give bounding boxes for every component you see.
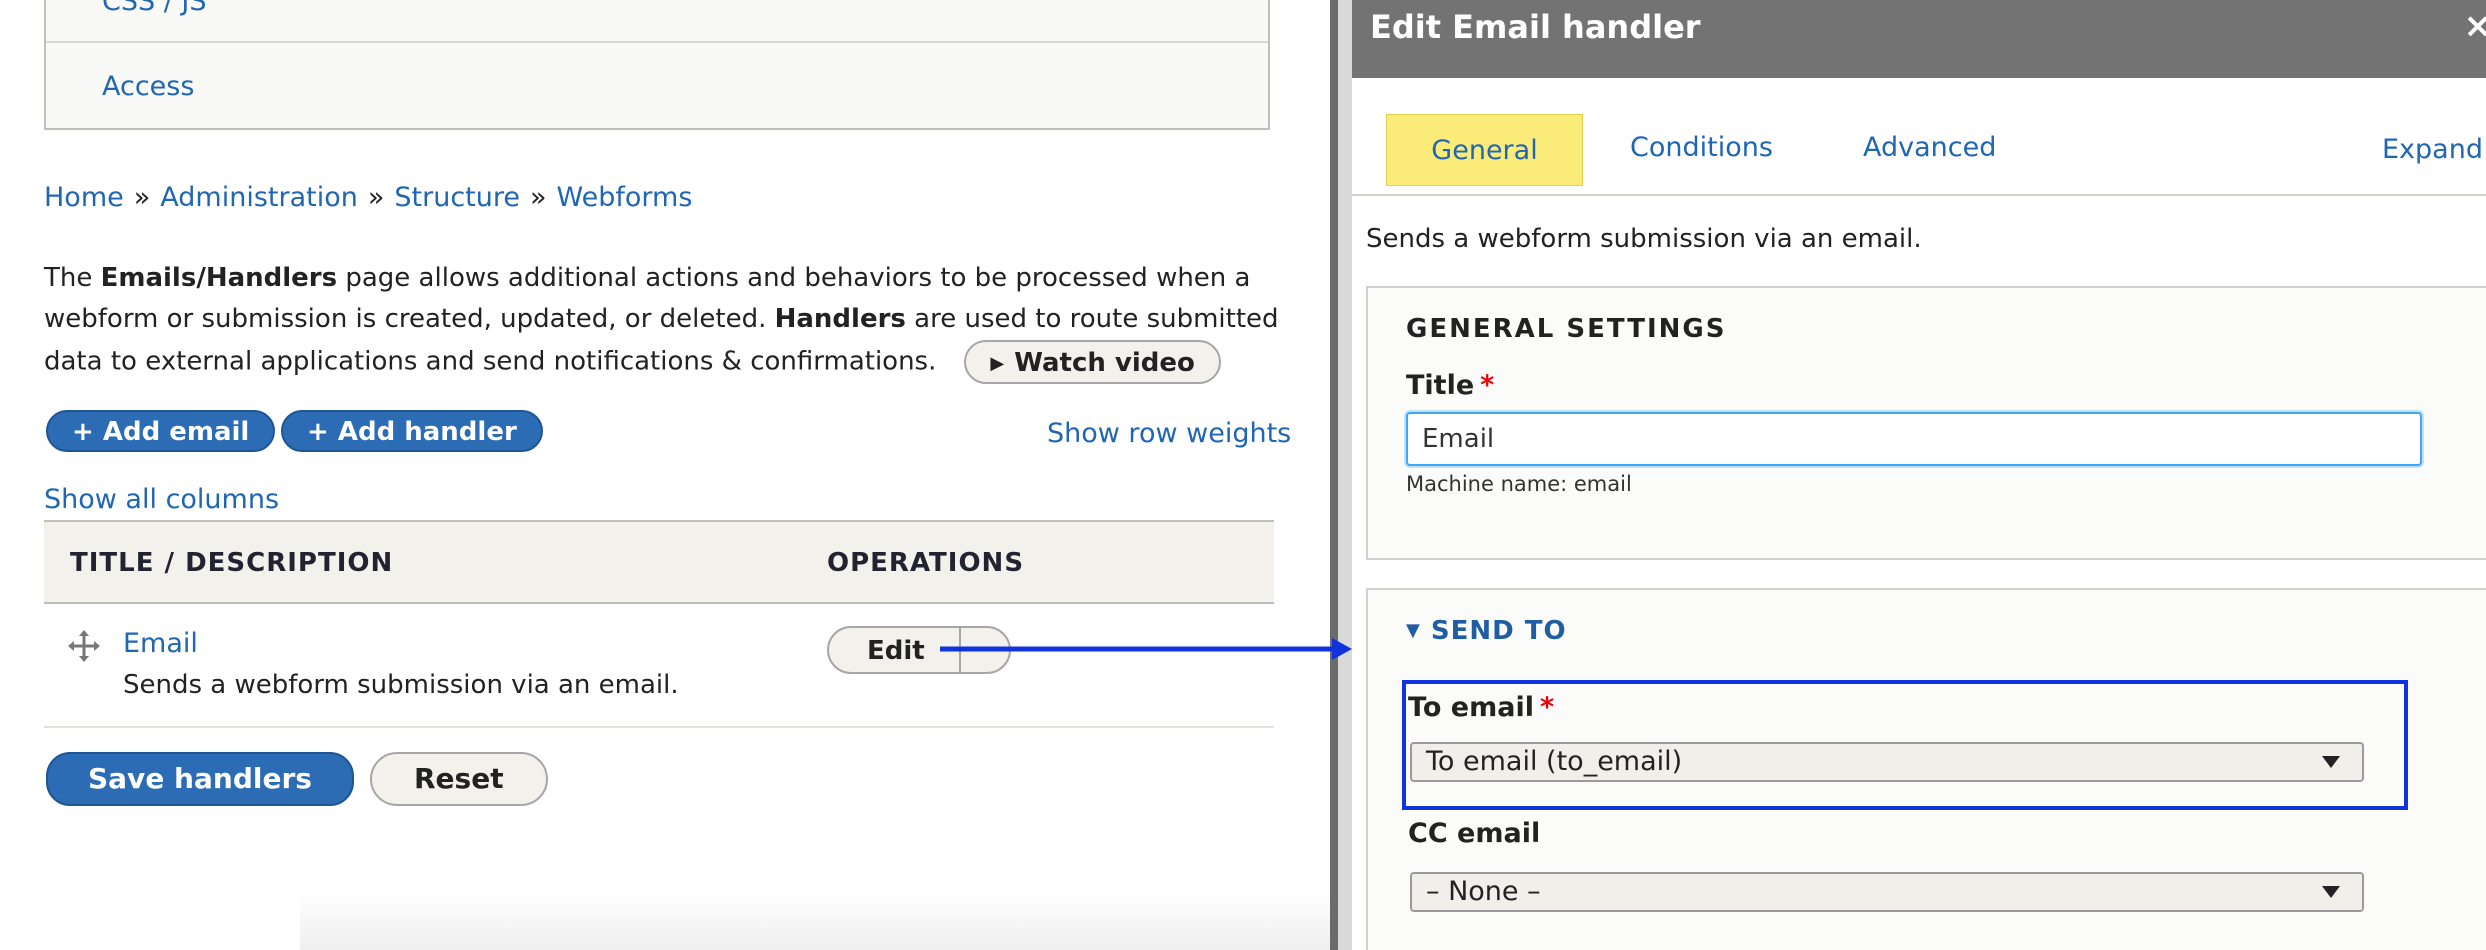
breadcrumb-webforms[interactable]: Webforms <box>557 182 693 213</box>
breadcrumb: Home » Administration » Structure » Webforms <box>44 182 692 213</box>
show-all-columns-link[interactable]: Show all columns <box>44 484 279 515</box>
tab-advanced[interactable]: Advanced <box>1863 132 1996 163</box>
handlers-table: TITLE / DESCRIPTION OPERATIONS Email Sen… <box>44 520 1274 728</box>
breadcrumb-separator: » <box>133 182 151 213</box>
add-email-button[interactable]: + Add email <box>46 410 276 452</box>
to-email-selected-value: To email (to_email) <box>1426 746 1683 777</box>
bottom-shade <box>300 890 1330 950</box>
title-label: Title * <box>1406 370 1494 401</box>
chevron-down-icon <box>2322 756 2340 768</box>
breadcrumb-home[interactable]: Home <box>44 182 124 213</box>
collapse-triangle-icon: ▼ <box>1406 620 1421 641</box>
description-bold-handlers: Handlers <box>774 304 906 334</box>
play-icon: ▶ <box>990 353 1005 374</box>
send-to-toggle[interactable]: ▼ SEND TO <box>1406 616 1567 646</box>
send-to-legend: SEND TO <box>1430 616 1567 646</box>
machine-name: Machine name: email <box>1406 472 1632 496</box>
save-handlers-button[interactable]: Save handlers <box>46 752 354 806</box>
breadcrumb-separator: » <box>367 182 385 213</box>
dialog-header: Edit Email handler × <box>1352 0 2486 78</box>
watch-video-label: Watch video <box>1014 348 1195 378</box>
cc-email-select[interactable]: – None – <box>1410 872 2364 912</box>
show-row-weights-link[interactable]: Show row weights <box>1047 418 1291 449</box>
table-row: Email Sends a webform submission via an … <box>44 604 1274 728</box>
description-bold-emails-handlers: Emails/Handlers <box>100 263 338 293</box>
breadcrumb-structure[interactable]: Structure <box>394 182 520 213</box>
dialog-tabs: General Conditions Advanced Expand <box>1352 78 2486 196</box>
required-marker: * <box>1480 370 1495 401</box>
to-email-select[interactable]: To email (to_email) <box>1410 742 2364 782</box>
handler-title-link[interactable]: Email <box>123 628 198 659</box>
reset-button[interactable]: Reset <box>370 752 548 806</box>
title-label-text: Title <box>1406 370 1475 401</box>
tab-conditions[interactable]: Conditions <box>1630 132 1773 163</box>
to-email-label-text: To email <box>1408 692 1534 723</box>
dialog-title: Edit Email handler <box>1370 8 1701 46</box>
handler-summary: Sends a webform submission via an email. <box>1366 224 1922 254</box>
operations-dropbutton: Edit <box>827 626 1011 674</box>
breadcrumb-administration[interactable]: Administration <box>160 182 358 213</box>
tab-css-js[interactable]: CSS / JS <box>102 0 207 17</box>
general-settings-legend: GENERAL SETTINGS <box>1406 314 1727 344</box>
send-to-fieldset: ▼ SEND TO To email * To email (to_email) C… <box>1366 588 2486 950</box>
general-settings-fieldset: GENERAL SETTINGS Title * Email Machine na… <box>1366 286 2486 560</box>
secondary-tabs: CSS / JS Access <box>44 0 1270 130</box>
chevron-down-icon <box>2322 886 2340 898</box>
title-input[interactable]: Email <box>1406 412 2422 466</box>
close-icon[interactable]: × <box>2464 6 2486 46</box>
cc-email-label: CC email <box>1408 818 1541 849</box>
edit-button[interactable]: Edit <box>867 636 925 666</box>
page-description: The Emails/Handlers page allows addition… <box>44 258 1304 384</box>
table-header: TITLE / DESCRIPTION OPERATIONS <box>44 520 1274 604</box>
column-header-operations: OPERATIONS <box>827 548 1025 578</box>
column-header-title: TITLE / DESCRIPTION <box>70 548 394 578</box>
webform-handlers-page: CSS / JS Access Home » Administration » Stru… <box>0 0 1330 950</box>
handler-description: Sends a webform submission via an email. <box>123 670 679 700</box>
tab-divider <box>46 41 1268 43</box>
cc-email-selected-value: – None – <box>1426 876 1541 907</box>
drag-handle-icon[interactable] <box>68 630 100 662</box>
expand-link[interactable]: Expand <box>2382 134 2483 165</box>
dialog-gutter <box>1338 0 1352 950</box>
watch-video-button[interactable]: ▶ Watch video <box>964 340 1221 384</box>
edit-handler-dialog: Edit Email handler × General Conditions … <box>1352 0 2486 950</box>
tab-general[interactable]: General <box>1386 114 1583 186</box>
to-email-label: To email * <box>1408 692 1554 723</box>
breadcrumb-separator: » <box>529 182 547 213</box>
add-handler-button[interactable]: + Add handler <box>281 410 543 452</box>
dropbutton-divider <box>959 628 961 672</box>
description-text: The <box>44 263 101 293</box>
tab-access[interactable]: Access <box>102 71 194 102</box>
dialog-resize-bar[interactable] <box>1330 0 1338 950</box>
required-marker: * <box>1539 692 1555 723</box>
dropbutton-toggle-icon[interactable] <box>979 648 995 651</box>
